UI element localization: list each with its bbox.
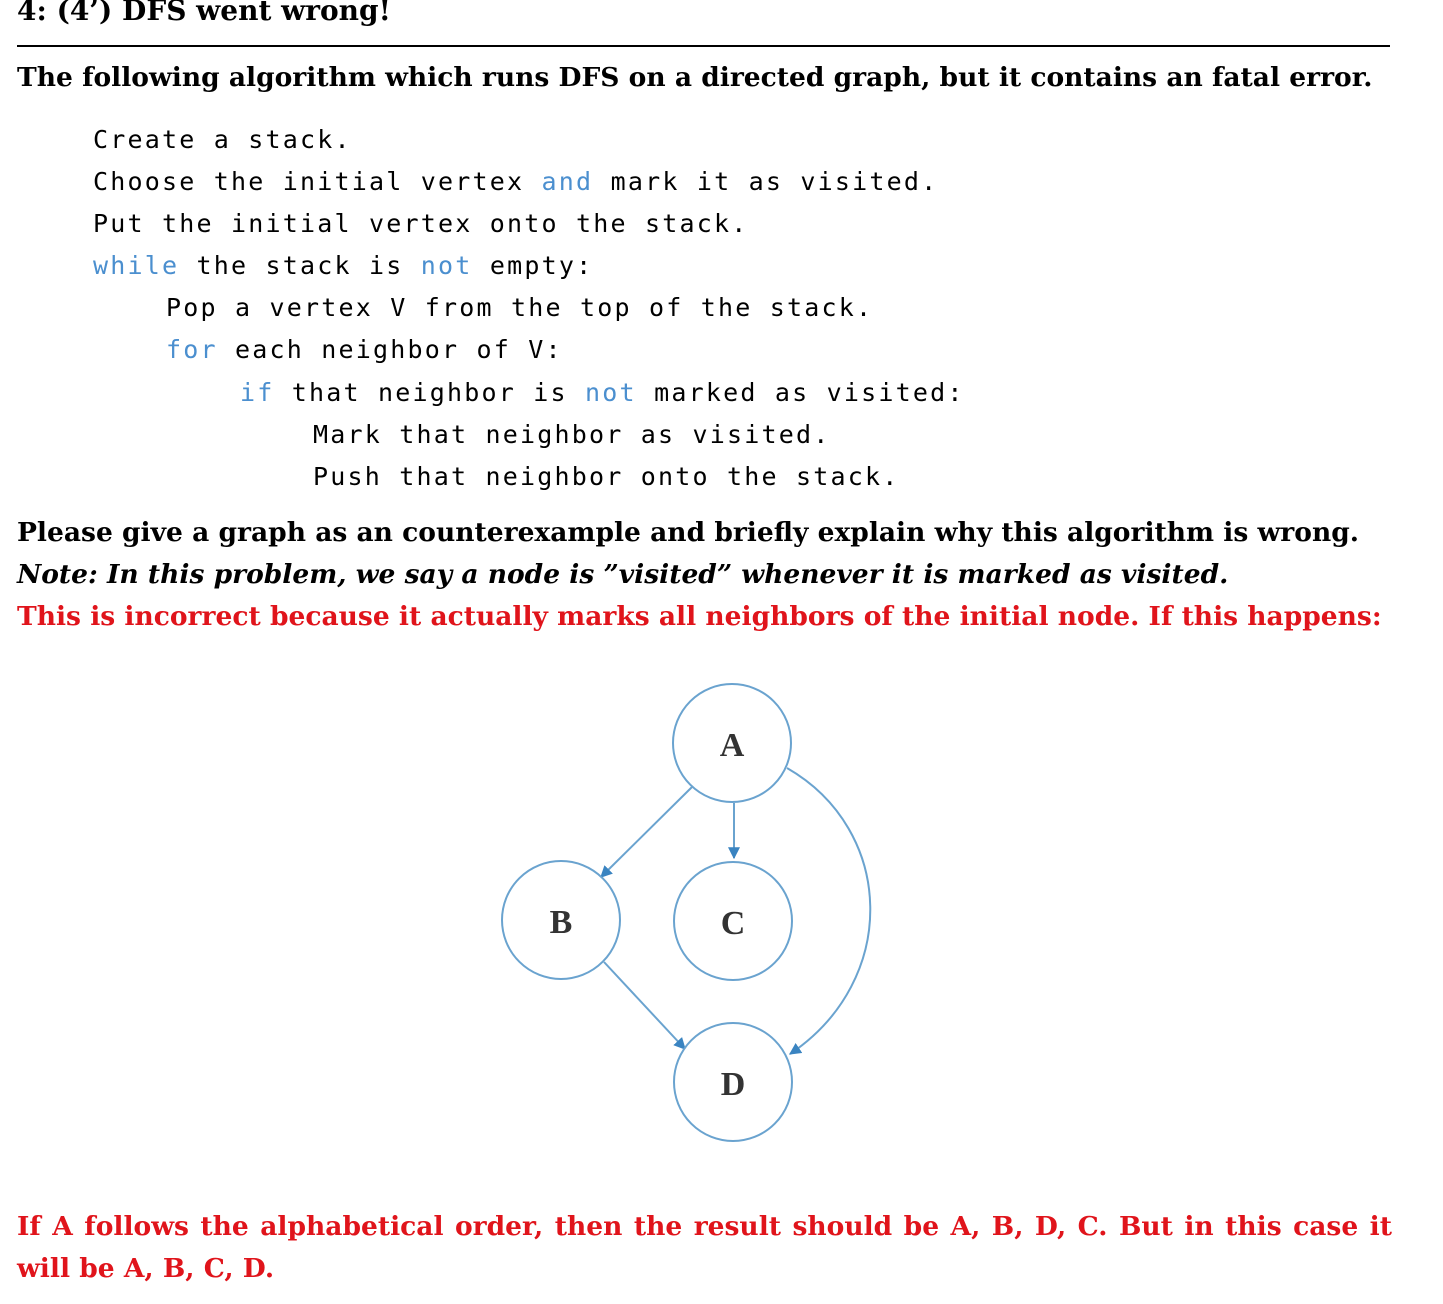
code-line: while the stack is not empty: — [93, 249, 965, 291]
code-keyword: not — [585, 377, 637, 407]
code-line: Create a stack. — [93, 123, 965, 165]
code-line: Mark that neighbor as visited. — [93, 418, 965, 460]
code-line: Push that neighbor onto the stack. — [93, 460, 965, 502]
code-keyword: not — [420, 251, 473, 281]
edge-b-d — [603, 961, 686, 1050]
problem-intro: The following algorithm which runs DFS o… — [17, 62, 1373, 93]
answer-conclusion: If A follows the alphabetical order, the… — [17, 1211, 1392, 1284]
code-text: each neighbor of V: — [217, 335, 563, 365]
node-label-a: A — [720, 727, 745, 764]
node-label-c: C — [721, 905, 746, 942]
edge-a-b — [600, 786, 693, 878]
code-text: Choose the initial vertex — [93, 167, 542, 197]
code-text: Create a stack. — [93, 125, 352, 154]
code-line: Put the initial vertex onto the stack. — [93, 207, 965, 249]
problem-heading: 4: (4’) DFS went wrong! — [17, 0, 391, 27]
graph-node-a: A — [672, 683, 792, 803]
code-text: marked as visited: — [636, 377, 965, 407]
heading-divider — [17, 45, 1390, 47]
code-keyword: while — [93, 251, 180, 281]
code-text: Pop a vertex V from the top of the stack… — [166, 293, 874, 323]
graph-node-c: C — [673, 861, 793, 981]
algorithm-pseudocode: Create a stack. Choose the initial vertex… — [93, 123, 965, 502]
graph-node-d: D — [673, 1022, 793, 1142]
code-text: mark it as visited. — [593, 167, 939, 197]
code-keyword: if — [240, 377, 275, 407]
code-text: the stack is — [179, 251, 421, 281]
code-keyword: for — [166, 335, 218, 365]
graph-node-b: B — [501, 860, 621, 980]
code-keyword: and — [541, 167, 594, 197]
code-line: Pop a vertex V from the top of the stack… — [93, 291, 965, 333]
code-text: empty: — [472, 251, 594, 281]
problem-question: Please give a graph as an counterexample… — [17, 517, 1359, 548]
code-text: that neighbor is — [274, 377, 586, 407]
code-text: Push that neighbor onto the stack. — [313, 461, 900, 491]
node-label-d: D — [721, 1066, 746, 1103]
code-line: for each neighbor of V: — [93, 333, 965, 375]
counterexample-graph: A B C D — [501, 683, 872, 1142]
code-text: Mark that neighbor as visited. — [313, 419, 831, 449]
problem-note: Note: In this problem, we say a node is … — [17, 559, 1229, 590]
answer-explanation: This is incorrect because it actually ma… — [17, 601, 1382, 632]
code-line: Choose the initial vertex and mark it as… — [93, 165, 965, 207]
code-text: Put the initial vertex onto the stack. — [93, 209, 749, 239]
code-line: if that neighbor is not marked as visite… — [93, 376, 965, 418]
edge-a-d — [786, 767, 872, 1055]
node-label-b: B — [550, 904, 573, 941]
